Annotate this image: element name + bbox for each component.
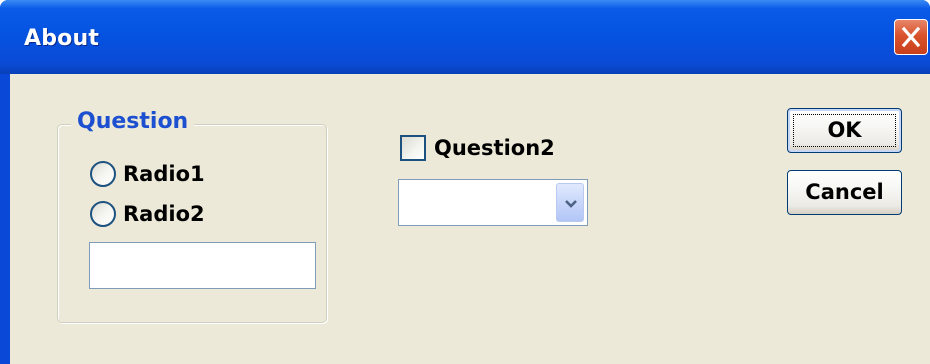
- radio2-button[interactable]: [90, 201, 116, 227]
- ok-button[interactable]: OK: [787, 108, 902, 153]
- radio1-label[interactable]: Radio1: [123, 161, 205, 187]
- question2-label[interactable]: Question2: [434, 135, 555, 161]
- focus-rectangle: [793, 114, 896, 147]
- chevron-down-icon: [565, 200, 577, 208]
- close-button[interactable]: [894, 19, 928, 55]
- close-icon: [901, 26, 921, 48]
- question2-dropdown[interactable]: [398, 179, 588, 226]
- dropdown-button[interactable]: [556, 183, 584, 222]
- window-title: About: [24, 26, 100, 51]
- title-bar[interactable]: About: [0, 0, 930, 74]
- question-group-label: Question: [71, 108, 195, 136]
- cancel-button-label: Cancel: [805, 180, 884, 204]
- radio2-label[interactable]: Radio2: [123, 201, 205, 227]
- question-text-input[interactable]: [89, 242, 316, 289]
- question2-checkbox[interactable]: [400, 135, 426, 161]
- cancel-button[interactable]: Cancel: [787, 170, 902, 215]
- radio1-button[interactable]: [90, 161, 116, 187]
